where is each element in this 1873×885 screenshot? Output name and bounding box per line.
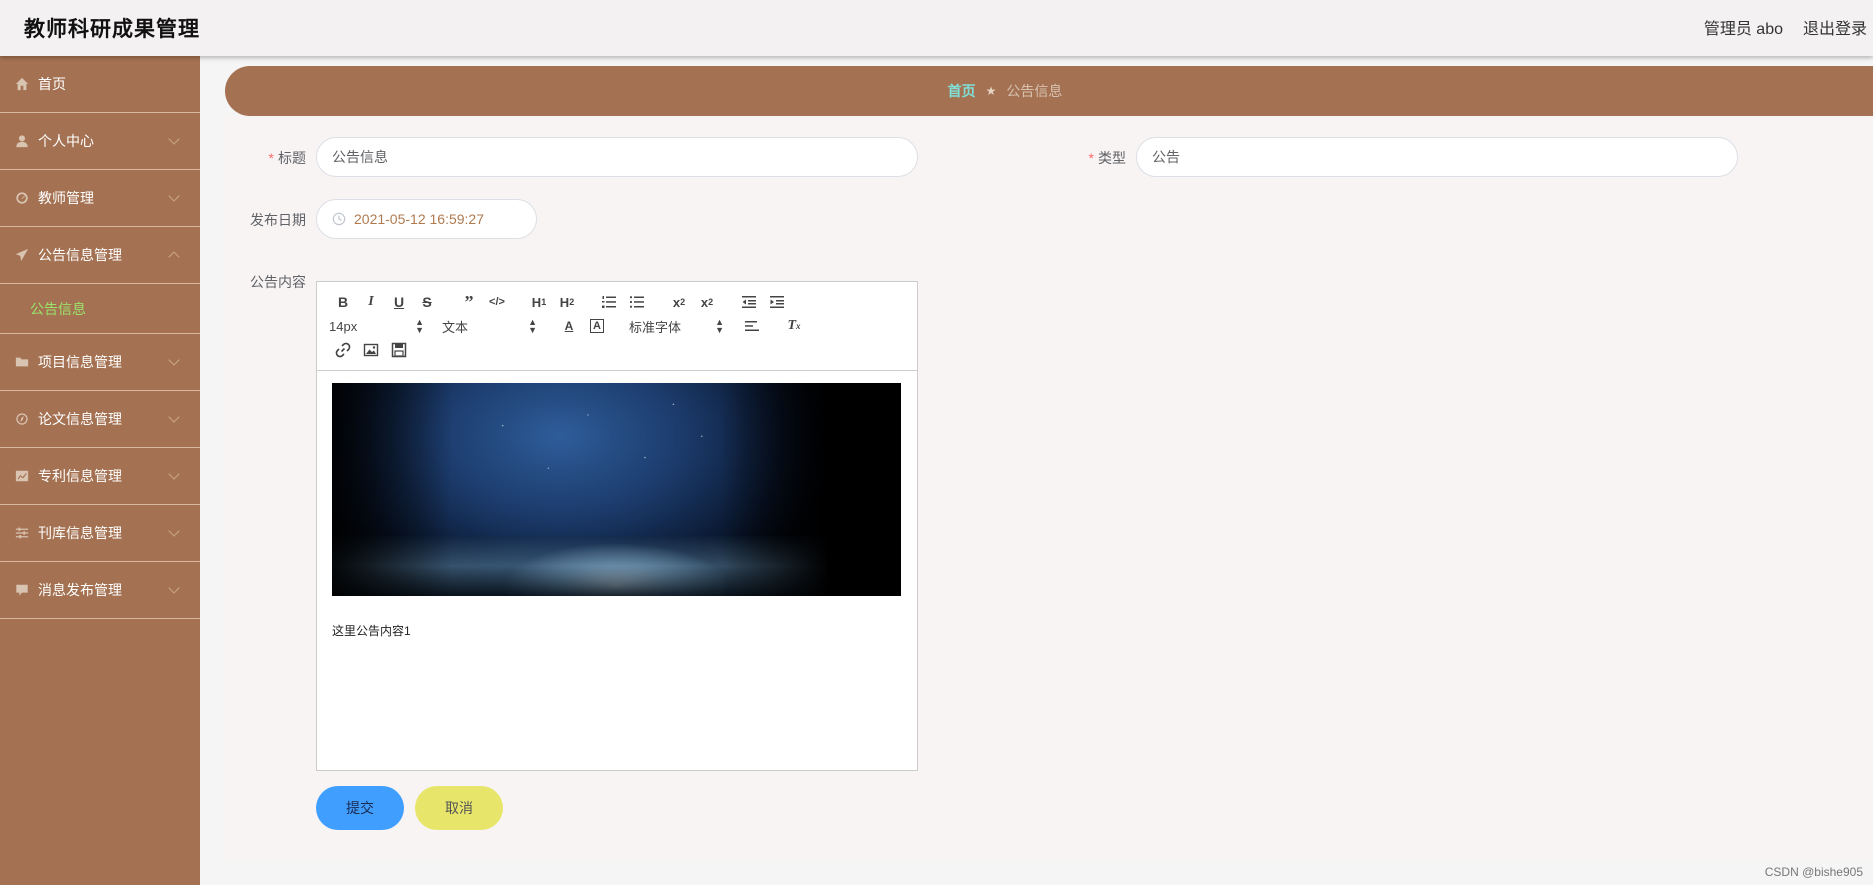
font-family-select[interactable]: 标准字体 ▲ ▼ [629,314,724,338]
bold-icon[interactable]: B [329,290,357,314]
clear-format-icon[interactable]: Tx [780,314,808,338]
sidebar-item-teacher-management[interactable]: 教师管理 [0,170,200,227]
sidebar-subitem-notice-info[interactable]: 公告信息 [0,284,200,334]
editor-toolbar: B I U S ” </> H1 H2 x2 x2 14px ▲ ▼ 文本 ▲ … [317,282,917,371]
clock-icon [332,212,346,226]
folder-icon [14,354,30,370]
top-header: 教师科研成果管理 管理员 abo 退出登录 [0,0,1873,56]
chevron-down-icon [168,133,180,145]
heading1-icon[interactable]: H1 [525,290,553,314]
logout-link[interactable]: 退出登录 [1803,15,1867,39]
sidebar-item-label: 首页 [38,76,66,92]
underline-icon[interactable]: U [385,290,413,314]
link-icon[interactable] [329,338,357,362]
publish-date-value: 2021-05-12 16:59:27 [354,211,484,227]
home-icon [14,76,30,92]
chevron-down-icon [168,582,180,594]
compass-icon [14,411,30,427]
chevron-down-icon [168,468,180,480]
code-block-icon[interactable]: </> [483,290,511,314]
title-input[interactable]: 公告信息 [316,137,918,177]
sidebar-item-project-management[interactable]: 项目信息管理 [0,334,200,391]
breadcrumb-home-link[interactable]: 首页 [948,81,976,101]
watermark: CSDN @bishe905 [1764,865,1863,879]
font-color-icon[interactable]: A [555,314,583,338]
send-icon [14,247,30,263]
gauge-icon [14,190,30,206]
editor-content-area[interactable]: 这里公告内容1 [317,371,917,651]
chevron-down-icon [168,525,180,537]
editor-content-text: 这里公告内容1 [332,624,411,638]
form-panel: * 标题 公告信息 * 类型 公告 发布日期 2021-05-12 16:59:27… [225,116,1873,860]
outdent-icon[interactable] [735,290,763,314]
sidebar-item-patent-management[interactable]: 专利信息管理 [0,448,200,505]
publish-date-picker[interactable]: 2021-05-12 16:59:27 [316,199,537,239]
indent-icon[interactable] [763,290,791,314]
sidebar-item-message-management[interactable]: 消息发布管理 [0,562,200,619]
message-icon [14,582,30,598]
heading2-icon[interactable]: H2 [553,290,581,314]
chevron-up-icon [168,251,180,263]
chevron-down-icon [168,354,180,366]
chart-icon [14,468,30,484]
superscript-icon[interactable]: x2 [693,290,721,314]
user-icon [14,133,30,149]
sidebar-item-notice-management[interactable]: 公告信息管理 [0,227,200,284]
breadcrumb: 首页 ★ 公告信息 [225,66,1873,116]
sidebar-item-journal-management[interactable]: 刊库信息管理 [0,505,200,562]
italic-icon[interactable]: I [357,290,385,314]
chevron-down-icon [168,411,180,423]
publish-date-label: 发布日期 [250,212,306,228]
image-icon[interactable] [357,338,385,362]
background-color-icon[interactable]: A [590,319,604,333]
save-icon[interactable] [385,338,413,362]
type-label: * 类型 [1088,150,1126,166]
blockquote-icon[interactable]: ” [455,290,483,314]
font-size-select[interactable]: 14px ▲ ▼ [329,314,424,338]
star-icon: ★ [985,84,997,98]
bullet-list-icon[interactable] [623,290,651,314]
submit-button[interactable]: 提交 [316,786,404,830]
sidebar-item-label: 个人中心 [38,133,94,149]
sidebar-item-label: 公告信息管理 [38,247,122,263]
breadcrumb-current: 公告信息 [1006,83,1063,99]
sliders-icon [14,525,30,541]
cancel-button[interactable]: 取消 [415,786,503,830]
strikethrough-icon[interactable]: S [413,290,441,314]
sidebar-item-home[interactable]: 首页 [0,56,200,113]
select-arrows-icon: ▲ ▼ [415,317,424,335]
select-arrows-icon: ▲ ▼ [715,317,724,335]
sidebar-item-label: 项目信息管理 [38,354,122,370]
chevron-down-icon [168,190,180,202]
sidebar-item-label: 消息发布管理 [38,582,122,598]
select-arrows-icon: ▲ ▼ [528,317,537,335]
title-label: * 标题 [268,150,306,166]
rich-text-editor: B I U S ” </> H1 H2 x2 x2 14px ▲ ▼ 文本 ▲ … [316,281,918,771]
sidebar-item-label: 教师管理 [38,190,94,206]
sidebar-item-paper-management[interactable]: 论文信息管理 [0,391,200,448]
sidebar-item-personal-center[interactable]: 个人中心 [0,113,200,170]
subscript-icon[interactable]: x2 [665,290,693,314]
sidebar-item-label: 刊库信息管理 [38,525,122,541]
notice-content-image [332,383,901,596]
format-select[interactable]: 文本 ▲ ▼ [442,314,537,338]
type-input[interactable]: 公告 [1136,137,1738,177]
sidebar-item-label: 论文信息管理 [38,411,122,427]
app-title: 教师科研成果管理 [24,18,200,41]
content-label: 公告内容 [250,274,306,290]
align-icon[interactable] [738,314,766,338]
ordered-list-icon[interactable] [595,290,623,314]
required-asterisk: * [268,150,274,166]
required-asterisk: * [1088,150,1094,166]
sidebar: 首页 个人中心 教师管理 公告信息管理 公告信息 项目信息管理 论文信息管理 专… [0,56,200,885]
admin-user-label: 管理员 abo [1703,21,1783,38]
sidebar-item-label: 专利信息管理 [38,468,122,484]
